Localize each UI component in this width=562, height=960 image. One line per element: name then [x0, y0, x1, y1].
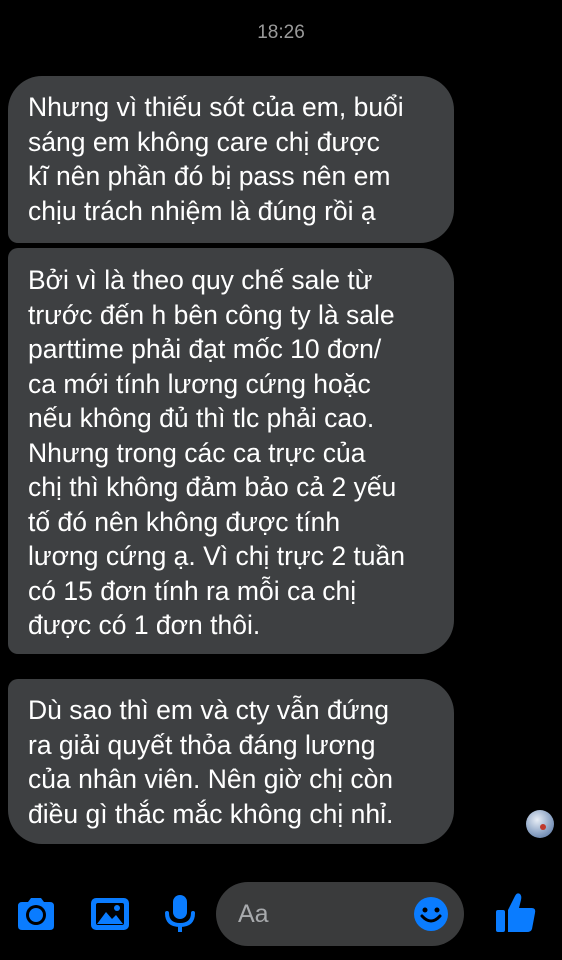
message-text-line: điều gì thắc mắc không chị nhỉ. [28, 798, 394, 829]
messenger-chat-screen: 18:26 Nhưng vì thiếu sót của em, buổi sá… [0, 0, 562, 960]
image-icon [91, 898, 129, 930]
message-text-line: chị thì không đảm bảo cả 2 yếu [28, 472, 397, 502]
thumbs-up-icon [496, 893, 536, 932]
message-text-line: ca mới tính lương cứng hoặc [28, 368, 371, 399]
message-bubble[interactable]: Dù sao thì em và cty vẫn đứng ra giải qu… [8, 679, 454, 844]
message-text-line: tố đó nên không được tính [28, 506, 341, 537]
message-text-line: ra giải quyết thỏa đáng lương [28, 729, 376, 760]
message-text-line: Nhưng trong các ca trực của [28, 437, 366, 468]
message-text-line: kĩ nên phần đó bị pass nên em [28, 161, 391, 191]
message-bubble[interactable]: Bởi vì là theo quy chế sale từ trước đến… [8, 248, 454, 654]
message-timestamp: 18:26 [257, 22, 305, 43]
message-composer: Aa [0, 878, 562, 948]
message-text-line: của nhân viên. Nên giờ chị còn [28, 764, 394, 794]
microphone-icon [165, 895, 195, 932]
camera-icon [18, 898, 54, 930]
message-text-line: Bởi vì là theo quy chế sale từ [28, 265, 373, 295]
message-text-line: chịu trách nhiệm là đúng rồi ạ [28, 195, 376, 226]
message-text-line: được có 1 đơn thôi. [28, 610, 261, 640]
camera-button[interactable] [14, 892, 58, 936]
message-text-line: sáng em không care chị được [28, 126, 380, 157]
message-text-line: trước đến h bên công ty là sale [28, 299, 395, 330]
message-input[interactable]: Aa [216, 882, 464, 946]
message-text-line: có 15 đơn tính ra mỗi ca chị [28, 575, 357, 606]
message-text-line: nếu không đủ thì tlc phải cao. [28, 403, 375, 433]
message-text-line: lương cứng ạ. Vì chị trực 2 tuần [28, 541, 405, 571]
message-text-line: parttime phải đạt mốc 10 đơn/ [28, 334, 382, 364]
message-bubble[interactable]: Nhưng vì thiếu sót của em, buổi sáng em … [8, 76, 454, 243]
like-button[interactable] [494, 890, 538, 934]
message-text-line: Nhưng vì thiếu sót của em, buổi [28, 92, 404, 122]
voice-button[interactable] [158, 892, 202, 936]
message-text-line: Dù sao thì em và cty vẫn đứng [28, 695, 389, 725]
gallery-button[interactable] [88, 892, 132, 936]
emoji-icon [414, 897, 448, 931]
seen-avatar [526, 810, 554, 838]
message-input-placeholder: Aa [238, 900, 269, 928]
emoji-button[interactable] [412, 895, 450, 933]
